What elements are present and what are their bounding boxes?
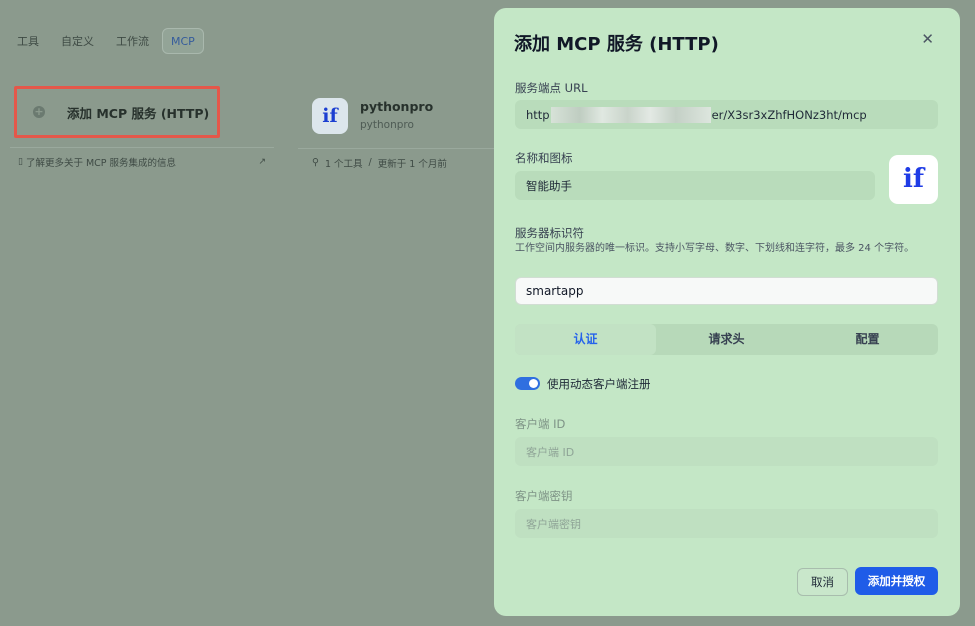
- cancel-button[interactable]: 取消: [797, 568, 848, 596]
- learn-more-link[interactable]: ▯ 了解更多关于 MCP 服务集成的信息 ↗: [10, 147, 274, 175]
- modal-title: 添加 MCP 服务 (HTTP): [514, 34, 719, 55]
- client-secret-input[interactable]: 客户端密钥: [515, 509, 938, 538]
- url-suffix: er/X3sr3xZhfHONz3ht/mcp: [711, 107, 867, 122]
- name-value: 智能助手: [526, 178, 572, 193]
- tab-config[interactable]: 配置: [797, 324, 938, 355]
- client-id-input[interactable]: 客户端 ID: [515, 437, 938, 466]
- server-tools-count: 1 个工具: [324, 158, 363, 170]
- tab-mcp[interactable]: MCP: [162, 28, 204, 54]
- name-label: 名称和图标: [515, 151, 573, 165]
- config-tabs: 认证 请求头 配置: [515, 324, 938, 355]
- identifier-label: 服务器标识符: [515, 226, 584, 240]
- server-name: pythonpro: [360, 99, 434, 114]
- tab-custom[interactable]: 自定义: [52, 28, 103, 54]
- url-input[interactable]: http er/X3sr3xZhfHONz3ht/mcp: [515, 100, 938, 129]
- add-mcp-service-card[interactable]: + 添加 MCP 服务 (HTTP): [14, 86, 220, 138]
- tab-headers[interactable]: 请求头: [656, 324, 797, 355]
- top-tabs: 工具 自定义 工作流 MCP: [8, 28, 204, 54]
- meta-separator: /: [368, 157, 372, 168]
- client-id-label: 客户端 ID: [515, 417, 566, 431]
- redacted-url-blur: [550, 106, 711, 123]
- tool-icon: ⚲: [312, 157, 319, 168]
- dynamic-registration-label: 使用动态客户端注册: [547, 377, 651, 391]
- book-icon: ▯: [18, 156, 23, 167]
- add-card-label: 添加 MCP 服务 (HTTP): [67, 105, 210, 121]
- server-logo: if: [312, 98, 348, 134]
- server-meta: ⚲ 1 个工具 / 更新于 1 个月前: [298, 148, 498, 176]
- identifier-description: 工作空间内服务器的唯一标识。支持小写字母、数字、下划线和连字符，最多 24 个字…: [515, 243, 915, 254]
- client-id-placeholder: 客户端 ID: [526, 445, 575, 459]
- dynamic-registration-toggle[interactable]: [515, 377, 540, 390]
- name-input[interactable]: 智能助手: [515, 171, 875, 200]
- add-mcp-modal: 添加 MCP 服务 (HTTP) ✕ 服务端点 URL http er/X3sr3…: [494, 8, 960, 616]
- client-secret-label: 客户端密钥: [515, 489, 573, 503]
- tab-auth[interactable]: 认证: [515, 324, 656, 355]
- server-icon-picker[interactable]: if: [889, 155, 938, 204]
- client-secret-placeholder: 客户端密钥: [526, 517, 581, 531]
- tab-tools[interactable]: 工具: [8, 28, 48, 54]
- tab-workflow[interactable]: 工作流: [107, 28, 158, 54]
- identifier-input[interactable]: [515, 277, 938, 305]
- add-and-authorize-button[interactable]: 添加并授权: [855, 567, 938, 595]
- external-arrow-icon: ↗: [258, 156, 266, 167]
- toggle-knob: [529, 379, 538, 388]
- server-card-pythonpro[interactable]: if pythonpro pythonpro ⚲ 1 个工具 / 更新于 1 个…: [298, 88, 498, 176]
- url-label: 服务端点 URL: [515, 81, 588, 95]
- learn-more-text: 了解更多关于 MCP 服务集成的信息: [25, 157, 177, 169]
- server-subtitle: pythonpro: [360, 119, 414, 131]
- plus-circle-icon: +: [33, 105, 45, 118]
- url-prefix: http: [526, 107, 550, 122]
- close-icon[interactable]: ✕: [921, 30, 934, 48]
- server-updated: 更新于 1 个月前: [377, 158, 447, 170]
